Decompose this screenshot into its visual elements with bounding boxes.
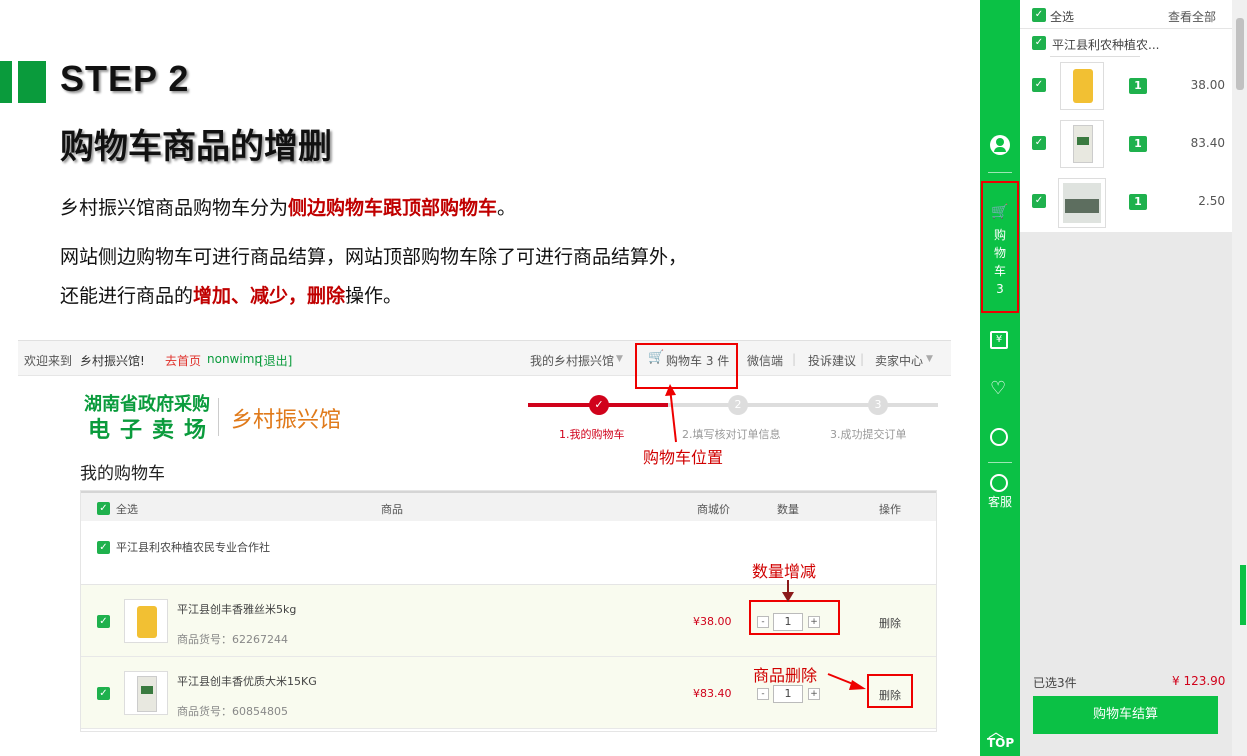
product-code: 商品货号：62267244 [177, 633, 288, 646]
side-cart-char: 物 [993, 246, 1006, 260]
side-item-price: 83.40 [1190, 136, 1225, 150]
complaint-link[interactable]: 投诉建议 [808, 352, 856, 369]
side-item-qty: 1 [1129, 78, 1147, 94]
shop-checkbox[interactable]: ✓ [97, 541, 110, 554]
seller-center-menu[interactable]: 卖家中心 [875, 352, 923, 369]
cart-icon: 🛒 [991, 204, 1009, 220]
side-cart-count: 3 [996, 282, 1004, 296]
intro-text: 乡村振兴馆商品购物车分为 [60, 197, 289, 219]
coupon-icon[interactable]: ¥ [990, 331, 1008, 349]
checkout-button[interactable]: 购物车结算 [1033, 696, 1218, 734]
welcome-text: 欢迎来到 [24, 354, 73, 368]
side-item-price: 2.50 [1198, 194, 1225, 208]
side-item-checkbox[interactable]: ✓ [1032, 136, 1046, 150]
side-select-all-label: 全选 [1050, 10, 1075, 24]
home-link[interactable]: 去首页 [165, 352, 201, 369]
side-item-qty: 1 [1129, 194, 1147, 210]
side-item-checkbox[interactable]: ✓ [1032, 78, 1046, 92]
product-thumbnail[interactable] [124, 599, 168, 643]
intro-highlight: 侧边购物车跟顶部购物车 [288, 197, 498, 219]
divider: | [860, 352, 865, 366]
side-cart-char: 车 [993, 264, 1006, 278]
side-item-checkbox[interactable]: ✓ [1032, 194, 1046, 208]
slide-title: 购物车商品的增删 [60, 127, 332, 167]
step-heading: STEP 2 [60, 58, 190, 99]
logo-divider [218, 398, 219, 436]
view-all-link[interactable]: 查看全部 [1168, 8, 1216, 25]
username-link[interactable]: nonwimp [207, 352, 262, 366]
body-end: 操作。 [345, 285, 403, 307]
divider [1050, 56, 1140, 57]
logo-line2: 电子卖场 [88, 418, 217, 443]
step-accent-bar-wide [18, 61, 46, 103]
shop-name: 平江县利农种植农民专业合作社 [116, 541, 270, 554]
body-highlight: 增加、减少，删除 [193, 285, 346, 307]
scrollbar[interactable] [1232, 0, 1247, 756]
header-product: 商品 [381, 503, 403, 516]
product-code: 商品货号：60854805 [177, 705, 288, 718]
item-checkbox[interactable]: ✓ [97, 687, 110, 700]
chevron-down-icon: ▼ [926, 354, 933, 364]
product-thumbnail[interactable] [124, 671, 168, 715]
chevron-down-icon: ▼ [616, 354, 623, 364]
divider [988, 462, 1012, 463]
cart-total: ¥ 123.90 [1172, 674, 1226, 688]
product-name[interactable]: 平江县创丰香雅丝米5kg [177, 601, 296, 617]
intro-end: 。 [497, 197, 517, 219]
body-paragraph-1: 网站侧边购物车可进行商品结算，网站顶部购物车除了可进行商品结算外， [60, 246, 688, 268]
delete-link[interactable]: 删除 [879, 615, 901, 631]
body-text: 还能进行商品的 [60, 285, 194, 307]
side-item-qty: 1 [1129, 136, 1147, 152]
back-to-top-button[interactable]: TOP [987, 736, 1014, 750]
site-name: 乡村振兴馆! [80, 354, 145, 368]
top-nav-bar: 欢迎来到 乡村振兴馆! 去首页 nonwimp [退出] 我的乡村振兴馆 ▼ 🛒… [18, 340, 951, 376]
scroll-accent [1240, 565, 1246, 625]
step-accent-bar [0, 61, 12, 103]
intro-paragraph: 乡村振兴馆商品购物车分为侧边购物车跟顶部购物车。 [60, 193, 516, 220]
side-shop-checkbox[interactable]: ✓ [1032, 36, 1046, 50]
logo-brand: 乡村振兴馆 [231, 408, 342, 433]
side-item-price: 38.00 [1190, 78, 1225, 92]
wechat-link[interactable]: 微信端 [747, 352, 783, 369]
side-product-thumbnail[interactable] [1060, 62, 1104, 110]
select-all-checkbox[interactable]: ✓ [97, 502, 110, 515]
header-select-all: 全选 [116, 503, 138, 516]
product-name[interactable]: 平江县创丰香优质大米15KG [177, 673, 317, 689]
chat-icon[interactable] [990, 474, 1008, 492]
side-product-thumbnail[interactable] [1058, 178, 1106, 228]
heart-icon[interactable]: ♡ [990, 378, 1006, 399]
divider [1020, 28, 1232, 29]
divider: | [792, 352, 797, 366]
side-cart-button[interactable]: 购 物 车 3 [993, 226, 1007, 298]
scrollbar-thumb[interactable] [1236, 18, 1244, 90]
header-action: 操作 [879, 503, 901, 516]
body-paragraph-2: 还能进行商品的增加、减少，删除操作。 [60, 281, 402, 308]
cart-heading: 我的购物车 [80, 464, 165, 484]
item-checkbox[interactable]: ✓ [97, 615, 110, 628]
logout-link[interactable]: [退出] [259, 352, 292, 369]
annotation-arrows [665, 384, 866, 690]
service-label[interactable]: 客服 [988, 493, 1012, 510]
selected-count: 已选3件 [1033, 676, 1077, 690]
my-hall-menu[interactable]: 我的乡村振兴馆 [530, 352, 614, 369]
user-icon[interactable] [990, 135, 1010, 155]
side-cart-char: 购 [993, 228, 1006, 242]
side-product-thumbnail[interactable] [1060, 120, 1104, 168]
divider [988, 172, 1012, 173]
side-select-all-checkbox[interactable]: ✓ [1032, 8, 1046, 22]
clock-icon[interactable] [990, 428, 1008, 446]
side-shop-name: 平江县利农种植农... [1052, 38, 1160, 52]
